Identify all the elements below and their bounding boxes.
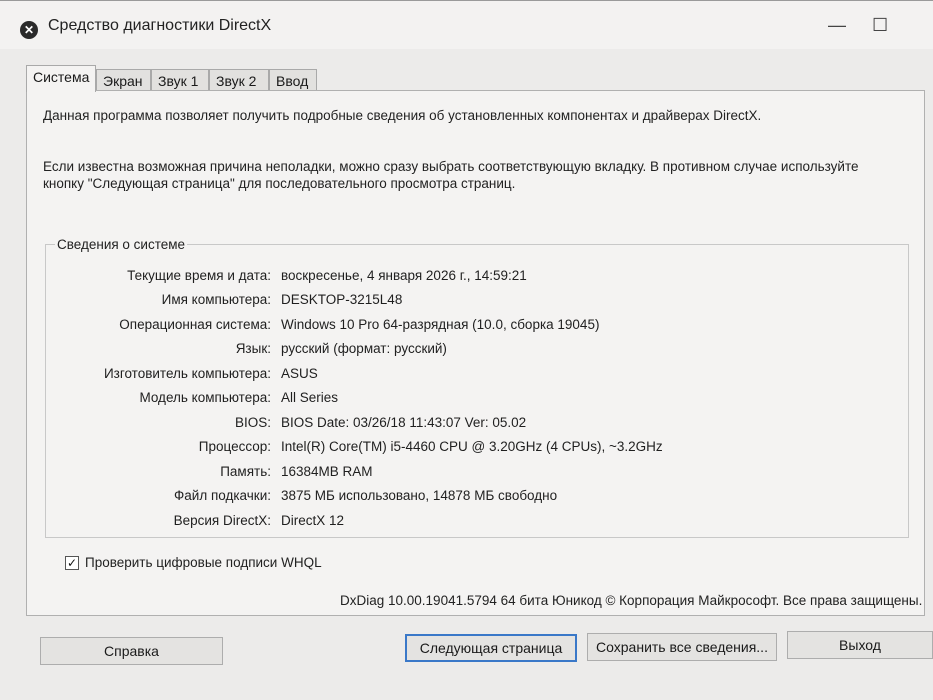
copyright-text: DxDiag 10.00.19041.5794 64 бита Юникод ©… (340, 593, 923, 608)
info-label: Модель компьютера: (139, 390, 271, 405)
info-value: русский (формат: русский) (281, 341, 447, 356)
dxdiag-window: ✕ Средство диагностики DirectX — ☐ Систе… (0, 0, 933, 700)
info-value: DirectX 12 (281, 513, 345, 528)
next-page-button[interactable]: Следующая страница (405, 634, 577, 662)
info-row-processor: Процессор: Intel(R) Core(TM) i5-4460 CPU… (27, 439, 663, 459)
maximize-button[interactable]: ☐ (872, 15, 888, 36)
info-value: All Series (281, 390, 339, 405)
info-row-model: Модель компьютера: All Series (27, 390, 627, 410)
info-label: Версия DirectX: (173, 513, 271, 528)
info-value: Intel(R) Core(TM) i5-4460 CPU @ 3.20GHz … (281, 439, 663, 454)
info-value: 16384MB RAM (281, 464, 373, 479)
info-row-os: Операционная система: Windows 10 Pro 64-… (27, 317, 627, 337)
info-label: Язык: (235, 341, 271, 356)
tab-input[interactable]: Ввод (269, 69, 317, 91)
info-label: Операционная система: (119, 317, 271, 332)
window-title: Средство диагностики DirectX (48, 17, 272, 34)
whql-checkbox[interactable]: ✓ (65, 556, 79, 570)
directx-icon: ✕ (20, 21, 38, 39)
info-label: Имя компьютера: (161, 292, 271, 307)
info-row-bios: BIOS: BIOS Date: 03/26/18 11:43:07 Ver: … (27, 415, 627, 435)
info-row-computer-name: Имя компьютера: DESKTOP-3215L48 (27, 292, 627, 312)
intro-text-1: Данная программа позволяет получить подр… (43, 108, 762, 123)
help-button[interactable]: Справка (40, 637, 223, 665)
info-row-datetime: Текущие время и дата: воскресенье, 4 янв… (27, 268, 627, 288)
info-row-manufacturer: Изготовитель компьютера: ASUS (27, 366, 627, 386)
tab-sound-1[interactable]: Звук 1 (151, 69, 209, 91)
info-label: Память: (220, 464, 271, 479)
tab-system[interactable]: Система (26, 65, 96, 92)
info-row-memory: Память: 16384MB RAM (27, 464, 627, 484)
system-tab-panel: Данная программа позволяет получить подр… (26, 90, 925, 616)
info-row-language: Язык: русский (формат: русский) (27, 341, 627, 361)
info-label: Файл подкачки: (174, 488, 271, 503)
info-label: Текущие время и дата: (127, 268, 271, 283)
minimize-button[interactable]: — (828, 15, 846, 36)
save-all-button[interactable]: Сохранить все сведения... (587, 633, 777, 661)
tab-display[interactable]: Экран (96, 69, 151, 91)
title-bar: ✕ Средство диагностики DirectX — ☐ (0, 1, 933, 49)
info-label: Процессор: (198, 439, 271, 454)
info-label: BIOS: (234, 415, 271, 430)
info-label: Изготовитель компьютера: (103, 366, 271, 381)
info-value: ASUS (281, 366, 318, 381)
info-value: воскресенье, 4 января 2026 г., 14:59:21 (281, 268, 527, 283)
intro-text-2: Если известна возможная причина неполадк… (43, 159, 859, 191)
exit-button[interactable]: Выход (787, 631, 933, 659)
info-value: DESKTOP-3215L48 (281, 292, 403, 307)
info-value: Windows 10 Pro 64-разрядная (10.0, сборк… (281, 317, 600, 332)
system-info-title: Сведения о системе (55, 237, 188, 252)
tab-sound-2[interactable]: Звук 2 (209, 69, 269, 91)
info-value: 3875 МБ использовано, 14878 МБ свободно (281, 488, 558, 503)
whql-label: Проверить цифровые подписи WHQL (85, 555, 322, 570)
info-row-pagefile: Файл подкачки: 3875 МБ использовано, 148… (27, 488, 627, 508)
info-value: BIOS Date: 03/26/18 11:43:07 Ver: 05.02 (281, 415, 527, 430)
info-row-directx-version: Версия DirectX: DirectX 12 (27, 513, 627, 533)
